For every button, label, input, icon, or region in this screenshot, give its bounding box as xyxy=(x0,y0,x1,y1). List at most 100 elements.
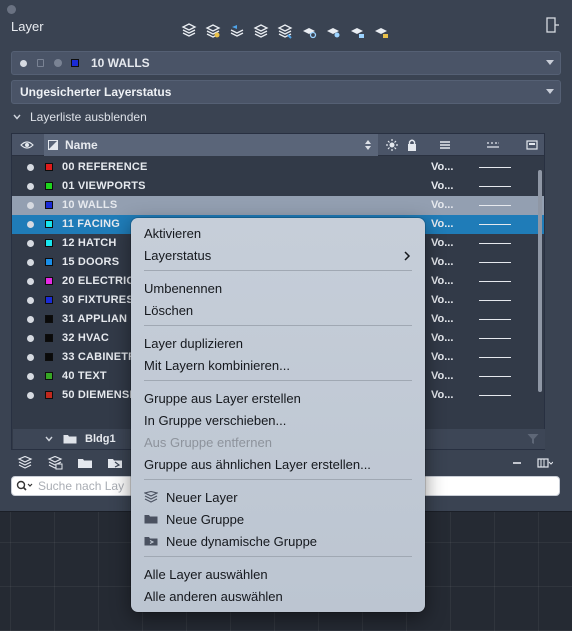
menu-item-duplicate-layer[interactable]: Layer duplizieren xyxy=(144,333,243,353)
chevron-down-icon xyxy=(45,436,53,442)
layer-color-swatch[interactable] xyxy=(45,239,53,247)
linetype-column-icon[interactable] xyxy=(486,138,500,152)
layer-vp-value: Vo... xyxy=(431,237,454,249)
layer-color-swatch[interactable] xyxy=(45,258,53,266)
menu-item-label: Gruppe aus ähnlichen Layer erstellen... xyxy=(144,456,371,472)
new-layer-icon[interactable] xyxy=(17,456,33,470)
layer-color-swatch[interactable] xyxy=(45,315,53,323)
layer-state-dropdown[interactable]: Ungesicherter Layerstatus xyxy=(11,80,561,104)
folder-icon xyxy=(63,435,77,444)
menu-item-rename[interactable]: Umbenennen xyxy=(144,278,222,298)
layer-color-swatch[interactable] xyxy=(45,182,53,190)
layer-on-icon[interactable] xyxy=(27,240,34,247)
filter-icon[interactable] xyxy=(527,433,539,445)
match-layer-icon[interactable] xyxy=(228,22,246,40)
chevron-right-icon xyxy=(404,251,411,261)
menu-item-label: In Gruppe verschieben... xyxy=(144,412,287,428)
layer-on-icon[interactable] xyxy=(27,316,34,323)
layer-color-swatch[interactable] xyxy=(45,353,53,361)
layer-color-swatch[interactable] xyxy=(45,220,53,228)
layer-on-icon[interactable] xyxy=(27,392,34,399)
layer-color-swatch[interactable] xyxy=(45,372,53,380)
layer-on-icon[interactable] xyxy=(27,183,34,190)
dock-panel-icon[interactable] xyxy=(546,17,560,33)
lineweight-column-icon[interactable] xyxy=(438,138,452,152)
layer-isolate-icon[interactable] xyxy=(276,22,294,40)
layer-list-scrollbar[interactable] xyxy=(538,170,542,392)
layer-unlock-icon[interactable] xyxy=(372,22,390,40)
layer-row[interactable]: 10 WALLS Vo... xyxy=(12,196,544,215)
layer-vp-value: Vo... xyxy=(431,389,454,401)
menu-item-layer-state[interactable]: Layerstatus xyxy=(144,245,211,265)
layer-name: 20 ELECTRIC xyxy=(62,275,135,287)
layer-name: 32 HVAC xyxy=(62,332,110,344)
layer-on-icon[interactable] xyxy=(27,221,34,228)
collapse-label: Layerliste ausblenden xyxy=(30,110,147,124)
freeze-column-icon[interactable] xyxy=(385,138,399,152)
menu-item-merge-layers[interactable]: Mit Layern kombinieren... xyxy=(144,355,290,375)
layer-on-icon[interactable] xyxy=(27,297,34,304)
menu-item-label: Alle Layer auswählen xyxy=(144,566,268,582)
linetype-preview xyxy=(479,338,511,339)
new-dynamic-group-icon[interactable] xyxy=(107,456,123,470)
layer-on-icon[interactable] xyxy=(27,259,34,266)
layer-vp-value: Vo... xyxy=(431,313,454,325)
layer-on-icon[interactable] xyxy=(27,202,34,209)
window-close-dot[interactable] xyxy=(7,5,16,14)
layer-on-icon[interactable] xyxy=(27,335,34,342)
layer-color-swatch[interactable] xyxy=(45,391,53,399)
collapse-layer-list-toggle[interactable]: Layerliste ausblenden xyxy=(13,110,147,124)
new-group-icon[interactable] xyxy=(77,456,93,470)
linetype-preview xyxy=(479,167,511,168)
menu-separator xyxy=(144,479,412,480)
menu-item-label: Layer duplizieren xyxy=(144,335,244,351)
menu-item-new-layer[interactable]: Neuer Layer xyxy=(144,487,238,507)
layer-color-swatch[interactable] xyxy=(45,277,53,285)
new-layer-vp-frozen-icon[interactable] xyxy=(47,456,63,470)
layer-off-icon[interactable] xyxy=(324,22,342,40)
menu-item-move-to-group[interactable]: In Gruppe verschieben... xyxy=(144,410,286,430)
search-icon xyxy=(16,480,33,491)
visibility-icon[interactable] xyxy=(20,139,34,151)
menu-item-label: Umbenennen xyxy=(144,280,223,296)
layer-vp-value: Vo... xyxy=(431,180,454,192)
column-settings-icon[interactable] xyxy=(537,456,553,470)
layer-on-icon[interactable] xyxy=(27,373,34,380)
linetype-preview xyxy=(479,262,511,263)
menu-item-activate[interactable]: Aktivieren xyxy=(144,223,201,243)
plot-column-icon[interactable] xyxy=(525,138,539,152)
lock-column-icon[interactable] xyxy=(405,138,419,152)
menu-item-new-dynamic-group[interactable]: Neue dynamische Gruppe xyxy=(144,531,317,551)
menu-item-new-group[interactable]: Neue Gruppe xyxy=(144,509,244,529)
new-layer-icon xyxy=(144,491,158,503)
layer-color-swatch[interactable] xyxy=(45,334,53,342)
layer-previous-icon[interactable] xyxy=(252,22,270,40)
layer-row[interactable]: 01 VIEWPORTS Vo... xyxy=(12,177,544,196)
layer-name: 15 DOORS xyxy=(62,256,120,268)
layer-on-icon[interactable] xyxy=(27,354,34,361)
layer-lock-icon[interactable] xyxy=(348,22,366,40)
menu-item-delete[interactable]: Löschen xyxy=(144,300,193,320)
column-header-name[interactable]: Name xyxy=(44,134,378,156)
layer-properties-icon[interactable] xyxy=(204,22,222,40)
layer-color-swatch[interactable] xyxy=(45,163,53,171)
layer-color-swatch[interactable] xyxy=(45,296,53,304)
menu-item-group-from-layer[interactable]: Gruppe aus Layer erstellen xyxy=(144,388,301,408)
layer-freeze-icon[interactable] xyxy=(300,22,318,40)
dynamic-folder-icon xyxy=(144,537,158,546)
collapse-icon[interactable] xyxy=(509,456,525,470)
layer-on-icon[interactable] xyxy=(27,164,34,171)
chevron-down-icon xyxy=(546,60,554,65)
current-layer-dropdown[interactable]: 10 WALLS xyxy=(11,51,561,75)
linetype-preview xyxy=(479,319,511,320)
menu-item-group-from-similar[interactable]: Gruppe aus ähnlichen Layer erstellen... xyxy=(144,454,371,474)
layer-row[interactable]: 00 REFERENCE Vo... xyxy=(12,158,544,177)
layer-color-swatch[interactable] xyxy=(45,201,53,209)
menu-item-select-all-layers[interactable]: Alle Layer auswählen xyxy=(144,564,268,584)
new-layer-icon[interactable] xyxy=(180,22,198,40)
menu-item-label: Layerstatus xyxy=(144,247,212,263)
menu-item-label: Mit Layern kombinieren... xyxy=(144,357,290,373)
sort-icon xyxy=(365,140,371,150)
menu-item-select-all-others[interactable]: Alle anderen auswählen xyxy=(144,586,283,606)
layer-on-icon[interactable] xyxy=(27,278,34,285)
